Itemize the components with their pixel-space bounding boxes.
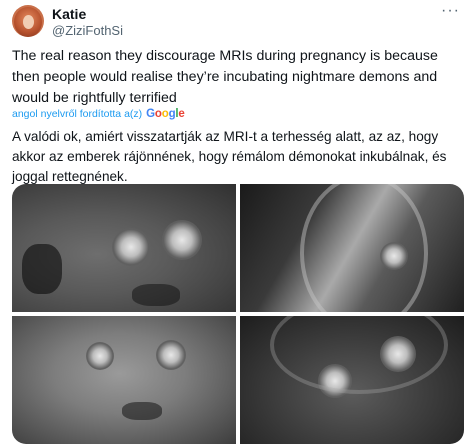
avatar-face	[23, 15, 34, 29]
mri-eye-right	[162, 220, 202, 260]
mri-shadow	[22, 244, 62, 294]
translation-notice[interactable]: angol nyelvről fordította a(z) Google	[12, 108, 185, 120]
mri-eye-center	[380, 242, 408, 270]
mri-eye-right	[156, 340, 186, 370]
tweet-text: The real reason they discourage MRIs dur…	[12, 48, 438, 106]
mri-swirl	[300, 184, 428, 312]
mri-image-2[interactable]	[240, 184, 464, 312]
author-name[interactable]: Katie	[52, 6, 86, 22]
mri-image-4[interactable]	[240, 316, 464, 444]
avatar[interactable]	[12, 5, 44, 37]
mri-mouth	[122, 402, 162, 420]
mri-image-3[interactable]	[12, 316, 236, 444]
mri-mouth	[132, 284, 180, 306]
google-logo: Google	[146, 108, 185, 120]
mri-eye-left	[112, 228, 150, 266]
mri-swirl	[270, 316, 448, 394]
media-grid	[12, 184, 464, 444]
author-handle[interactable]: @ZiziFothSi	[52, 23, 123, 38]
translation-notice-label: angol nyelvről fordította a(z)	[12, 108, 143, 120]
mri-image-1[interactable]	[12, 184, 236, 312]
translated-text: A valódi ok, amiért visszatartják az MRI…	[12, 129, 447, 184]
mri-eye-left	[86, 342, 114, 370]
more-options-icon[interactable]: ···	[441, 2, 460, 20]
